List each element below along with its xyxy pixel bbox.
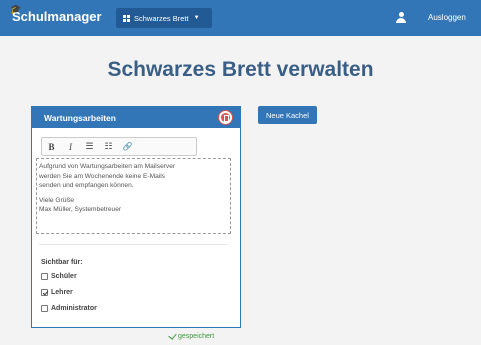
numbered-list-button[interactable]: ☷ bbox=[99, 138, 118, 155]
board-menu-dropdown[interactable]: Schwarzes Brett ▼ bbox=[116, 8, 212, 28]
checkmark-icon bbox=[168, 331, 177, 340]
checkbox-schueler[interactable] bbox=[41, 273, 48, 280]
page-title: Schwarzes Brett verwalten bbox=[107, 58, 374, 81]
link-button[interactable]: 🔗 bbox=[118, 138, 137, 155]
editor-toolbar: B I ☰ ☷ 🔗 bbox=[41, 137, 197, 156]
tile-header: Wartungsarbeiten bbox=[32, 107, 240, 128]
visibility-label: Sichtbar für: bbox=[41, 259, 83, 266]
new-tile-button[interactable]: Neue Kachel bbox=[258, 106, 317, 124]
checkbox-label: Lehrer bbox=[51, 289, 73, 296]
italic-button[interactable]: I bbox=[61, 138, 80, 155]
logout-link[interactable]: Ausloggen bbox=[428, 13, 466, 22]
checkbox-label: Administrator bbox=[51, 305, 97, 312]
visibility-option-administrator[interactable]: Administrator bbox=[41, 305, 97, 312]
visibility-option-schueler[interactable]: Schüler bbox=[41, 273, 77, 280]
tile-content-editor[interactable]: Aufgrund von Wartungsarbeiten am Mailser… bbox=[36, 158, 231, 234]
graduation-cap-icon: 🎓 bbox=[10, 4, 22, 14]
delete-tile-button[interactable] bbox=[218, 110, 233, 125]
saved-label: gespeichert bbox=[178, 333, 215, 340]
board-menu-label: Schwarzes Brett bbox=[134, 13, 189, 23]
bullet-list-button[interactable]: ☰ bbox=[80, 138, 99, 155]
checkbox-lehrer[interactable] bbox=[41, 289, 48, 296]
brand-name: Schulmanager bbox=[12, 9, 102, 24]
tile-panel: Wartungsarbeiten B I ☰ ☷ 🔗 Aufgrund von … bbox=[31, 106, 241, 328]
checkbox-label: Schüler bbox=[51, 273, 77, 280]
content-line: senden und empfangen können. bbox=[39, 182, 134, 189]
grid-icon bbox=[123, 14, 130, 22]
saved-status: gespeichert bbox=[168, 331, 215, 340]
brand-logo[interactable]: 🎓 Schulmanager bbox=[10, 4, 102, 24]
content-line: Aufgrund von Wartungsarbeiten am Mailser… bbox=[39, 163, 176, 170]
user-icon[interactable] bbox=[396, 12, 406, 23]
content-line: Max Müller, Systembetreuer bbox=[39, 206, 122, 213]
checkbox-administrator[interactable] bbox=[41, 305, 48, 312]
bold-button[interactable]: B bbox=[42, 138, 61, 155]
trash-icon bbox=[221, 113, 230, 122]
tile-title: Wartungsarbeiten bbox=[44, 112, 116, 123]
content-line: werden Sie am Wochenende keine E-Mails bbox=[39, 172, 165, 180]
content-line: Viele Grüße bbox=[39, 196, 75, 204]
divider bbox=[39, 244, 227, 245]
caret-down-icon: ▼ bbox=[193, 15, 200, 21]
visibility-option-lehrer[interactable]: Lehrer bbox=[41, 289, 73, 296]
top-navbar: 🎓 Schulmanager Schwarzes Brett ▼ Auslogg… bbox=[0, 0, 481, 36]
